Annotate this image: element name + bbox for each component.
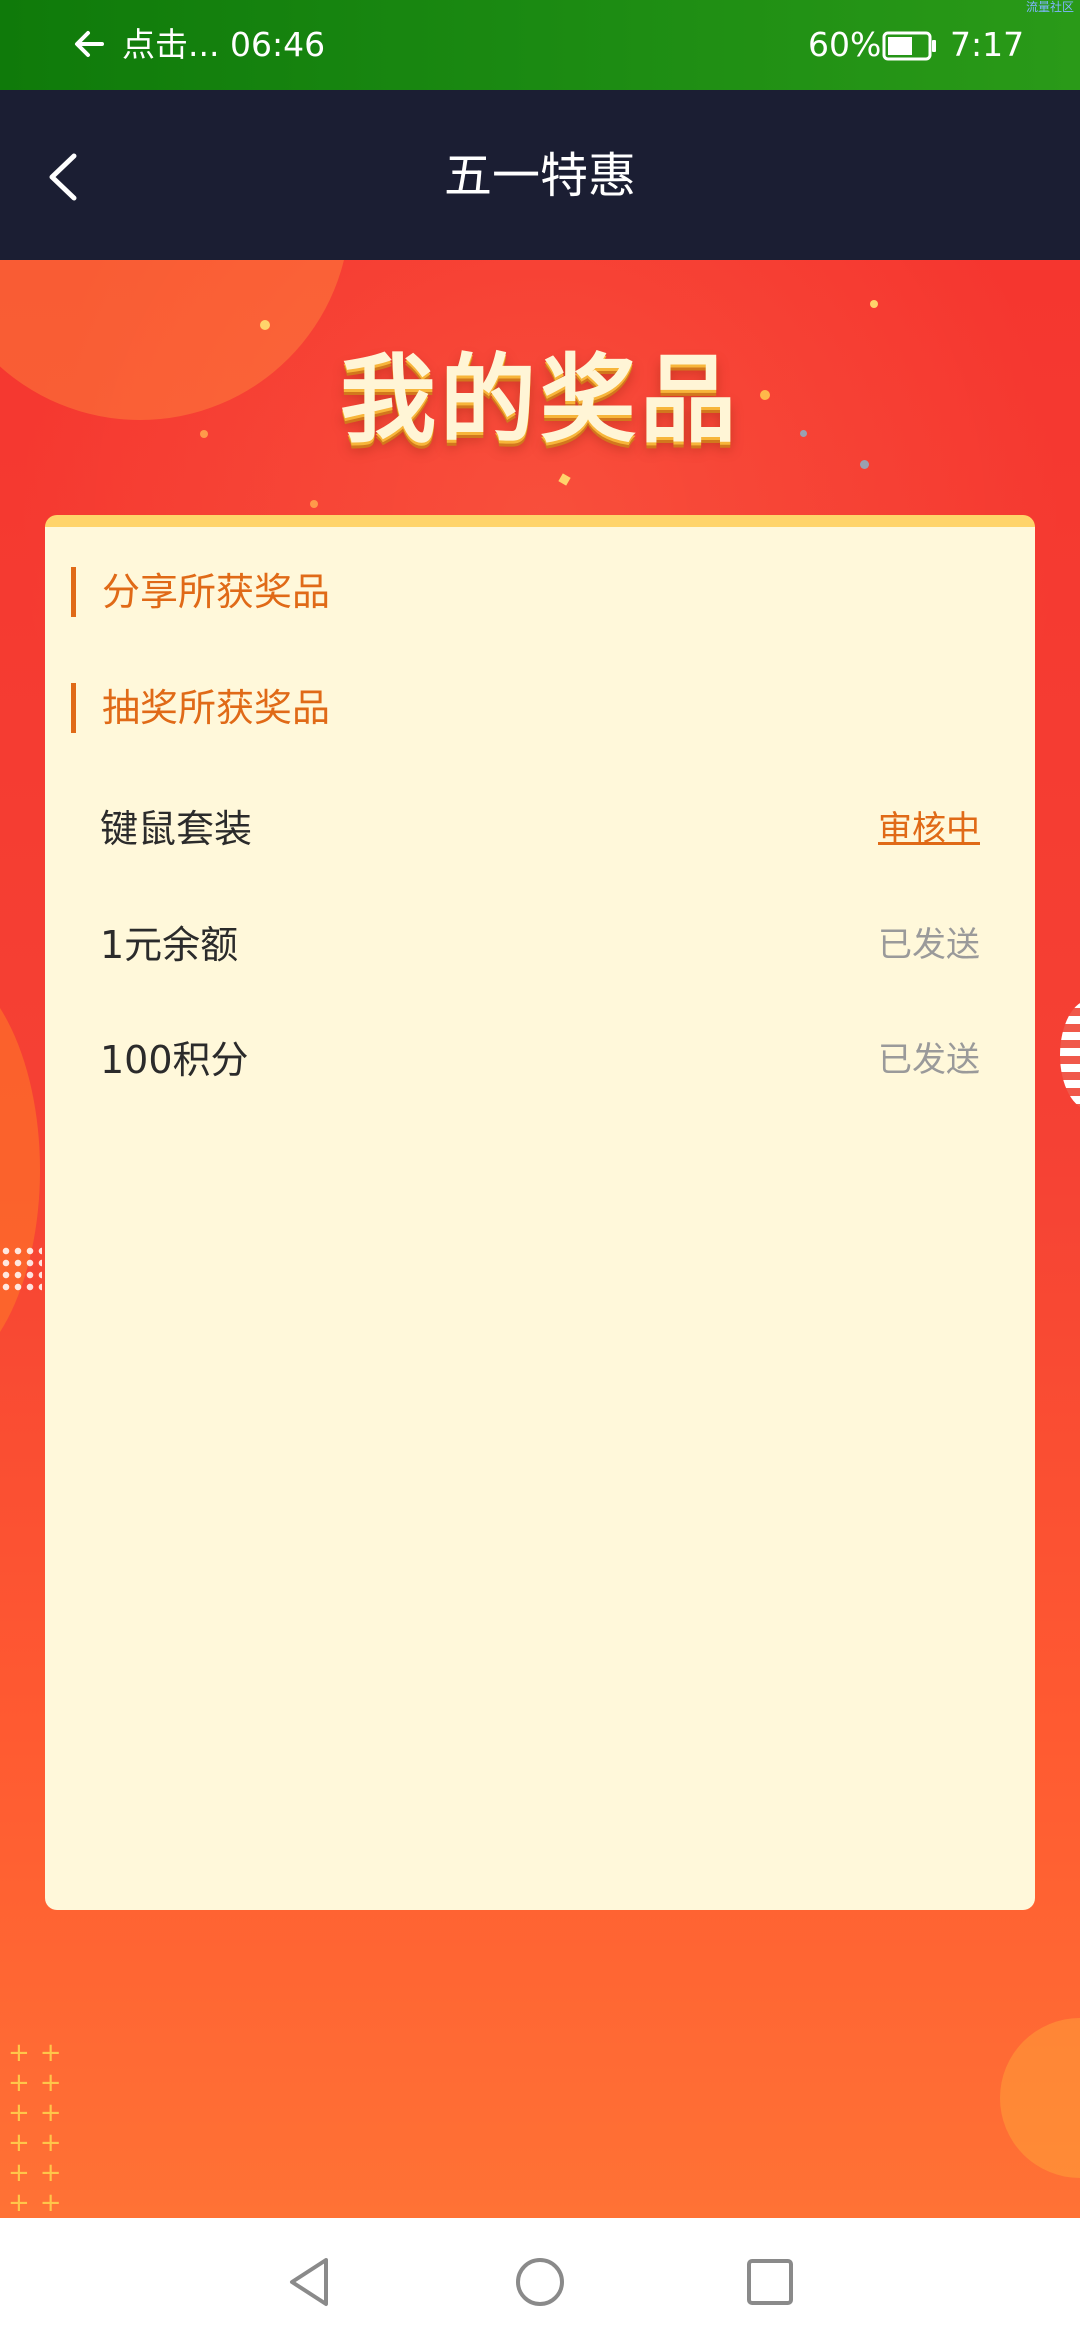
corner-watermark: 流量社区	[1025, 0, 1074, 14]
battery-percent: 60%	[808, 25, 882, 64]
back-triangle-icon[interactable]	[282, 2254, 338, 2310]
confetti	[860, 460, 869, 469]
confetti	[870, 300, 878, 308]
home-circle-icon[interactable]	[512, 2254, 568, 2310]
prize-name: 键鼠套装	[100, 807, 253, 851]
prize-status-link[interactable]: 审核中	[878, 799, 980, 859]
app-bar: 五一特惠	[0, 90, 1080, 260]
decoration-striped-ball	[1060, 1000, 1080, 1110]
status-bar: 点击... 06:46 60% 7:17 流量社区	[0, 0, 1080, 90]
confetti	[310, 500, 318, 508]
clock: 7:17	[950, 25, 1025, 64]
notification-text[interactable]: 点击...	[122, 24, 219, 66]
battery-icon	[882, 31, 936, 61]
recents-square-icon[interactable]	[742, 2254, 798, 2310]
system-nav-bar	[0, 2218, 1080, 2340]
prize-status: 已发送	[878, 925, 980, 965]
decoration-circle	[0, 960, 40, 1380]
confetti	[558, 473, 571, 486]
prize-card: 分享所获奖品 抽奖所获奖品 键鼠套装 审核中 1元余额 已发送 100积分 已发…	[45, 515, 1035, 1910]
decoration-dots	[0, 1245, 42, 1295]
list-item: 100积分 已发送	[100, 1030, 980, 1090]
my-prizes-heading: 我的奖品	[340, 344, 740, 456]
prize-status: 已发送	[878, 1040, 980, 1080]
section-title-lottery-prizes: 抽奖所获奖品	[71, 683, 330, 733]
prize-name: 100积分	[100, 1038, 249, 1082]
notification-time: 06:46	[230, 25, 326, 64]
decoration-circle	[1000, 2018, 1080, 2178]
arrow-left-icon[interactable]	[72, 24, 108, 64]
prize-name: 1元余额	[100, 923, 239, 967]
confetti	[260, 320, 270, 330]
page-title: 五一特惠	[443, 148, 636, 204]
list-item: 1元余额 已发送	[100, 915, 980, 975]
section-title-share-prizes: 分享所获奖品	[71, 567, 330, 617]
decoration-plus-grid: ++ ++ ++ ++ ++ ++	[8, 2038, 72, 2218]
list-item: 键鼠套装 审核中	[100, 799, 980, 859]
